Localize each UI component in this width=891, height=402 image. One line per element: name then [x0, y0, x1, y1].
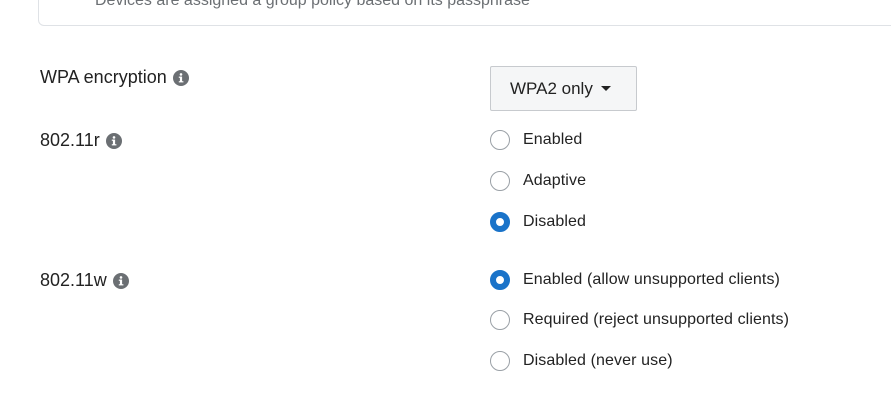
chevron-down-icon — [600, 86, 611, 91]
radio-button[interactable] — [490, 351, 510, 371]
radio-button[interactable] — [490, 130, 510, 150]
80211r-label: 802.11r — [40, 130, 100, 150]
radio-label: Adaptive — [523, 172, 587, 189]
info-icon[interactable] — [112, 272, 129, 289]
radio-label: Disabled — [523, 213, 587, 230]
info-icon[interactable] — [172, 69, 189, 86]
radio-button[interactable] — [490, 171, 510, 191]
80211w-label: 802.11w — [40, 270, 107, 290]
wpa-encryption-dropdown[interactable]: WPA2 only — [490, 66, 637, 111]
80211r-row-label: 802.11r — [40, 130, 122, 151]
group-policy-card: Devices are assigned a group policy base… — [38, 0, 891, 26]
radio-button[interactable] — [490, 310, 510, 330]
80211r-option-disabled[interactable]: Disabled — [490, 212, 586, 232]
wpa-encryption-row-label: WPA encryption — [40, 67, 189, 88]
radio-label: Disabled (never use) — [523, 352, 673, 369]
radio-label: Enabled (allow unsupported clients) — [523, 271, 780, 288]
radio-label: Required (reject unsupported clients) — [523, 311, 790, 328]
wpa-encryption-label: WPA encryption — [40, 67, 167, 87]
80211w-row-label: 802.11w — [40, 270, 129, 291]
80211r-option-adaptive[interactable]: Adaptive — [490, 171, 586, 191]
radio-label: Enabled — [523, 131, 583, 148]
info-icon[interactable] — [105, 132, 122, 149]
wpa-encryption-value: WPA2 only — [510, 78, 593, 98]
group-policy-note: Devices are assigned a group policy base… — [95, 0, 530, 9]
80211w-option-disabled[interactable]: Disabled (never use) — [490, 351, 673, 371]
radio-button[interactable] — [490, 270, 510, 290]
radio-button[interactable] — [490, 212, 510, 232]
80211r-option-enabled[interactable]: Enabled — [490, 130, 582, 150]
80211w-option-required[interactable]: Required (reject unsupported clients) — [490, 310, 789, 330]
80211w-option-enabled[interactable]: Enabled (allow unsupported clients) — [490, 270, 780, 290]
